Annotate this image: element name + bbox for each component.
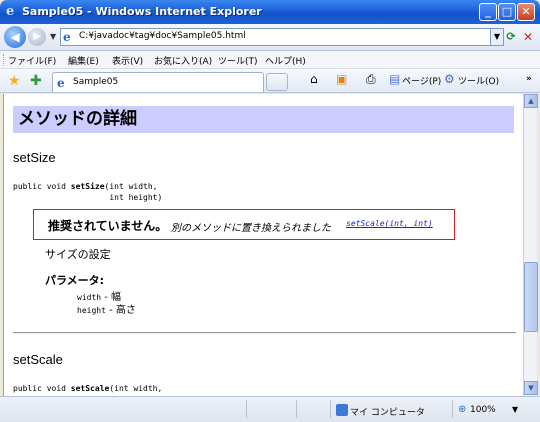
favorites-star-icon[interactable]: ★	[8, 73, 21, 89]
method-signature-setscale: public void setScale(int width,	[13, 383, 162, 394]
page-menu-icon: ▤	[389, 72, 401, 86]
favorites-bar: ★ ✚ e Sample05 ⌂ ▣ ⎙ ▤ ページ(P) ⚙ ツール(O) »	[0, 69, 540, 93]
status-separator	[452, 400, 453, 418]
divider	[13, 332, 516, 334]
zoom-dropdown-icon[interactable]: ▼	[512, 405, 518, 414]
sig-name: setScale	[70, 384, 110, 393]
maximize-button[interactable]: □	[498, 3, 516, 21]
menu-edit[interactable]: 編集(E)	[68, 54, 99, 67]
status-separator	[246, 400, 247, 418]
page-menu[interactable]: ページ(P)	[402, 74, 441, 87]
scroll-down-button[interactable]: ▼	[524, 381, 538, 395]
refresh-icon[interactable]: ⟳	[502, 28, 520, 46]
menu-file[interactable]: ファイル(F)	[8, 54, 56, 67]
zoom-icon: ⊕	[458, 404, 467, 415]
zoom-level[interactable]: 100%	[470, 405, 496, 415]
new-tab-button[interactable]	[266, 73, 288, 91]
section-title: メソッドの詳細	[13, 106, 514, 133]
menu-tools[interactable]: ツール(T)	[218, 54, 258, 67]
param-height: height - 高さ	[77, 301, 136, 316]
param-desc: - 高さ	[105, 305, 136, 316]
vertical-scrollbar[interactable]: ▲ ▼	[523, 94, 538, 396]
computer-zone-icon	[336, 404, 348, 416]
deprecated-notice: 推奨されていません。 別のメソッドに置き換えられました setScale(int…	[33, 209, 455, 240]
sig-args: (int width,	[104, 182, 158, 191]
method-signature-setsize: public void setSize(int width,	[13, 181, 158, 192]
toolbar-grip[interactable]	[3, 54, 5, 66]
method-heading-setsize: setSize	[13, 150, 56, 165]
back-button[interactable]: ◀	[4, 26, 26, 48]
stop-icon[interactable]: ✕	[520, 28, 536, 46]
deprecated-label: 推奨されていません。	[48, 219, 168, 233]
feeds-icon[interactable]: ▣	[336, 72, 347, 86]
toolbar-overflow-icon[interactable]: »	[526, 74, 532, 84]
tab-label: Sample05	[73, 77, 119, 87]
forward-button[interactable]: ▶	[28, 28, 46, 46]
status-separator	[296, 400, 297, 418]
scroll-up-button[interactable]: ▲	[524, 94, 538, 108]
title-bar: e Sample05 - Windows Internet Explorer _…	[0, 0, 540, 24]
method-description: サイズの設定	[45, 248, 111, 261]
page-icon: e	[63, 30, 71, 44]
param-name: height	[77, 306, 106, 315]
setscale-link[interactable]: setScale(int, int)	[346, 219, 433, 228]
scroll-thumb[interactable]	[524, 262, 538, 332]
home-icon[interactable]: ⌂	[310, 72, 318, 86]
close-button[interactable]: ✕	[517, 3, 535, 21]
deprecated-text: 別のメソッドに置き換えられました	[171, 223, 331, 234]
status-bar: マイ コンピュータ ⊕ 100% ▼	[0, 396, 540, 422]
sig-prefix: public void	[13, 182, 71, 191]
browser-window: e Sample05 - Windows Internet Explorer _…	[0, 0, 540, 422]
tools-gear-icon: ⚙	[444, 72, 455, 86]
tools-menu[interactable]: ツール(O)	[458, 74, 499, 87]
minimize-button[interactable]: _	[479, 3, 497, 21]
menu-favorites[interactable]: お気に入り(A)	[154, 54, 212, 67]
menu-view[interactable]: 表示(V)	[112, 54, 143, 67]
menu-help[interactable]: ヘルプ(H)	[265, 54, 306, 67]
ie-logo-icon: e	[6, 4, 15, 19]
page-icon: e	[57, 76, 65, 90]
recent-pages-dropdown[interactable]: ▼	[50, 32, 56, 41]
params-label: パラメータ:	[45, 274, 105, 287]
address-input[interactable]: e C:¥javadoc¥tag¥doc¥Sample05.html	[60, 28, 496, 46]
address-text: C:¥javadoc¥tag¥doc¥Sample05.html	[79, 31, 246, 41]
tab-sample05[interactable]: e Sample05	[52, 72, 264, 92]
menu-bar: ファイル(F) 編集(E) 表示(V) お気に入り(A) ツール(T) ヘルプ(…	[0, 51, 540, 69]
status-separator	[330, 400, 331, 418]
sig-args: (int width,	[109, 384, 163, 393]
print-icon[interactable]: ⎙	[366, 72, 376, 87]
add-favorite-icon[interactable]: ✚	[30, 73, 42, 89]
method-signature-setsize-line2: int height)	[13, 193, 163, 202]
sig-prefix: public void	[13, 384, 71, 393]
window-title: Sample05 - Windows Internet Explorer	[22, 5, 262, 18]
security-zone: マイ コンピュータ	[350, 408, 425, 418]
page-content: メソッドの詳細 setSize public void setSize(int …	[3, 94, 523, 396]
sig-name: setSize	[70, 182, 105, 191]
method-heading-setscale: setScale	[13, 352, 63, 367]
address-toolbar: ◀ ▶ ▼ e C:¥javadoc¥tag¥doc¥Sample05.html…	[0, 24, 540, 51]
